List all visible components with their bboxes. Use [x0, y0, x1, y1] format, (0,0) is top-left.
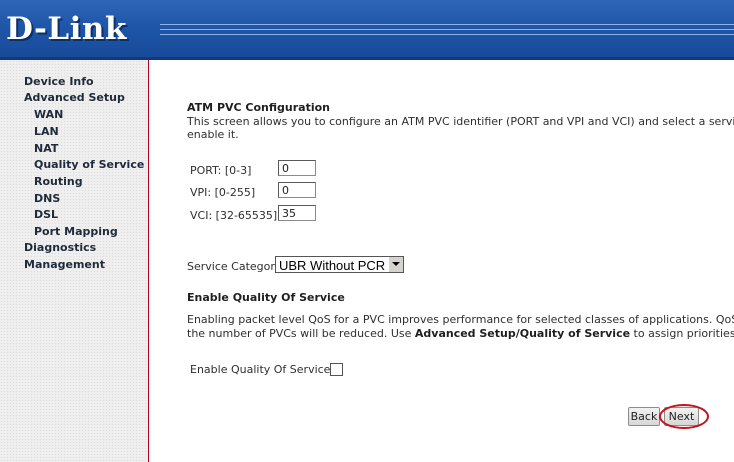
sidebar-item-wan[interactable]: WAN	[34, 108, 63, 121]
header-stripe	[160, 24, 734, 25]
sidebar-item-nat[interactable]: NAT	[34, 142, 58, 155]
service-category-label: Service Category:	[187, 260, 285, 273]
header-banner: D-Link	[0, 0, 734, 57]
sidebar-item-management[interactable]: Management	[24, 258, 105, 271]
header-stripe	[160, 34, 734, 35]
qos-description: Enabling packet level QoS for a PVC impr…	[187, 313, 734, 341]
back-button[interactable]: Back	[628, 407, 660, 426]
description-line: This screen allows you to configure an A…	[187, 115, 734, 128]
sidebar-item-port-mapping[interactable]: Port Mapping	[34, 225, 118, 238]
sidebar-divider	[148, 60, 149, 462]
vpi-input[interactable]	[278, 182, 316, 198]
next-button[interactable]: Next	[664, 407, 699, 426]
qos-description-line: the number of PVCs will be reduced. Use …	[187, 327, 734, 341]
port-input[interactable]	[278, 160, 316, 176]
sidebar: Device Info Advanced Setup WAN LAN NAT Q…	[0, 60, 148, 462]
sidebar-item-dsl[interactable]: DSL	[34, 208, 58, 221]
vci-label: VCI: [32-65535]	[190, 209, 278, 222]
vpi-label: VPI: [0-255]	[190, 186, 256, 199]
enable-qos-checkbox[interactable]	[330, 363, 343, 376]
service-category-select[interactable]: UBR Without PCR	[275, 256, 404, 273]
page-title: ATM PVC Configuration	[187, 101, 330, 114]
sidebar-item-device-info[interactable]: Device Info	[24, 75, 94, 88]
sidebar-item-dns[interactable]: DNS	[34, 192, 60, 205]
sidebar-item-diagnostics[interactable]: Diagnostics	[24, 241, 96, 254]
qos-text: the number of PVCs will be reduced. Use	[187, 327, 415, 340]
qos-text: to assign priorities for the	[633, 327, 734, 340]
qos-link-text: Advanced Setup/Quality of Service	[414, 327, 631, 340]
enable-qos-label: Enable Quality Of Service	[190, 363, 331, 376]
description-line: enable it.	[187, 128, 239, 141]
page-description: This screen allows you to configure an A…	[187, 115, 734, 141]
sidebar-item-lan[interactable]: LAN	[34, 125, 59, 138]
service-category-value: UBR Without PCR	[279, 258, 386, 273]
main-content: ATM PVC Configuration This screen allows…	[150, 60, 734, 462]
vci-input[interactable]	[278, 205, 316, 221]
sidebar-item-advanced-setup[interactable]: Advanced Setup	[24, 91, 125, 104]
port-label: PORT: [0-3]	[190, 164, 252, 177]
qos-description-line: Enabling packet level QoS for a PVC impr…	[187, 313, 734, 326]
sidebar-item-routing[interactable]: Routing	[34, 175, 83, 188]
qos-heading: Enable Quality Of Service	[187, 291, 345, 304]
header-stripe	[160, 29, 734, 30]
sidebar-item-quality-of-service[interactable]: Quality of Service	[34, 158, 144, 171]
dropdown-arrow-icon[interactable]	[388, 257, 403, 272]
dlink-logo: D-Link	[6, 11, 127, 47]
